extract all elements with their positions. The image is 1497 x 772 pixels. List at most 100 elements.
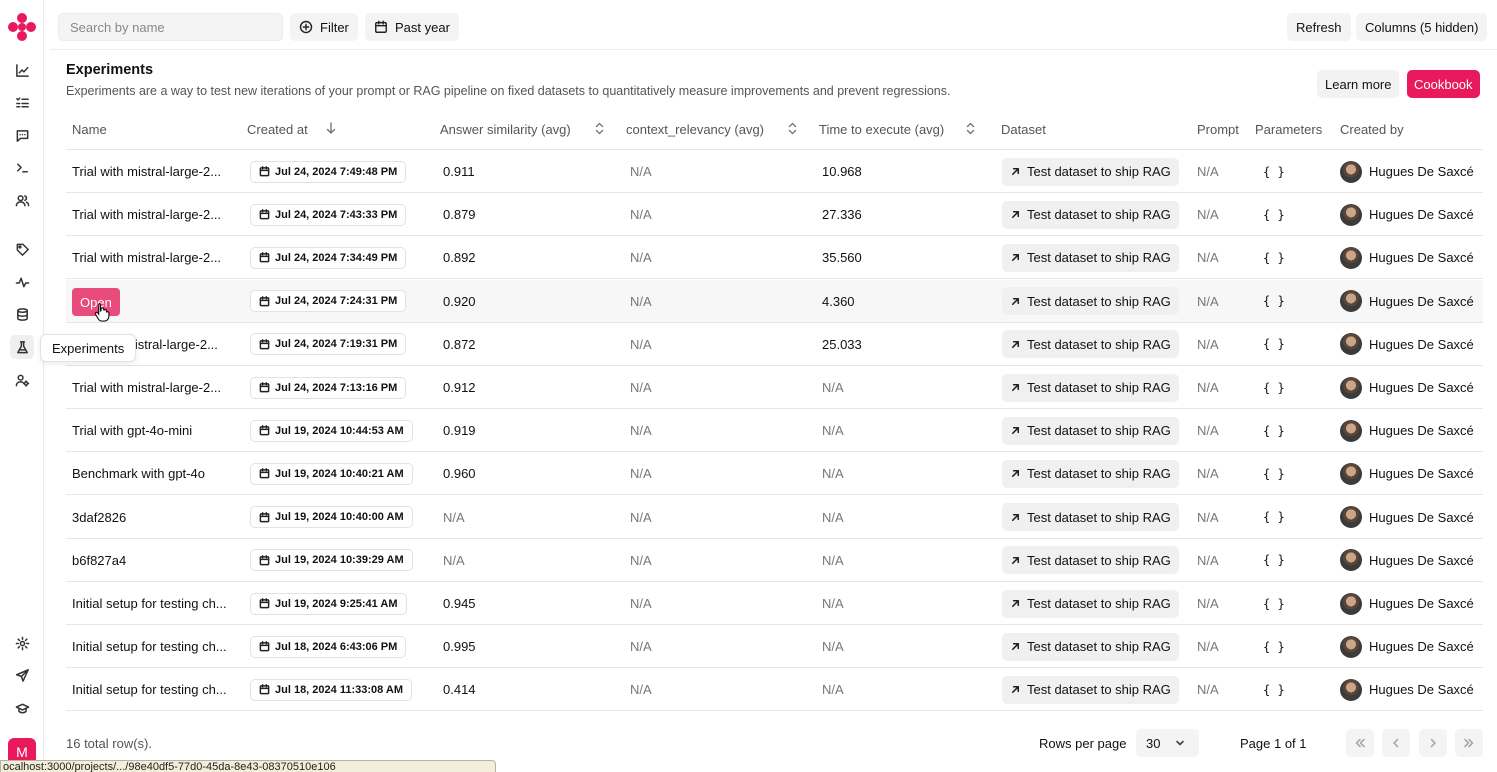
parameters-value[interactable]: { } [1263, 280, 1285, 323]
dataset-link-button[interactable]: Test dataset to ship RAG [1002, 503, 1179, 532]
filter-button[interactable]: Filter [290, 13, 358, 41]
tag-icon[interactable] [10, 237, 34, 261]
chevrons-right-icon [1464, 738, 1474, 748]
column-header-answer-similarity[interactable]: Answer similarity (avg) [440, 122, 571, 137]
table-row[interactable]: mistral-large-2... Jul 24, 2024 7:19:31 P… [66, 323, 1483, 366]
date-range-button[interactable]: Past year [365, 13, 459, 41]
column-header-name[interactable]: Name [72, 122, 107, 137]
dataset-link-button[interactable]: Test dataset to ship RAG [1002, 416, 1179, 445]
column-header-context-relevancy[interactable]: context_relevancy (avg) [626, 122, 764, 137]
page-title: Experiments [66, 62, 154, 78]
dataset-link-button[interactable]: Test dataset to ship RAG [1002, 157, 1179, 186]
dataset-link-button[interactable]: Test dataset to ship RAG [1002, 373, 1179, 402]
flask-icon[interactable] [10, 335, 34, 359]
chart-line-icon[interactable] [10, 58, 34, 82]
calendar-icon [259, 209, 270, 220]
prompt-value: N/A [1197, 639, 1219, 655]
parameters-value[interactable]: { } [1263, 193, 1285, 236]
learn-more-button[interactable]: Learn more [1317, 70, 1400, 98]
terminal-icon[interactable] [10, 155, 34, 179]
parameters-value[interactable]: { } [1263, 150, 1285, 193]
prompt-value: N/A [1197, 509, 1219, 525]
dataset-link-button[interactable]: Test dataset to ship RAG [1002, 632, 1179, 661]
list-checks-icon[interactable] [10, 90, 34, 114]
previous-page-button[interactable] [1382, 729, 1410, 757]
parameters-value[interactable]: { } [1263, 366, 1285, 409]
first-page-button[interactable] [1346, 729, 1374, 757]
columns-button[interactable]: Columns (5 hidden) [1356, 13, 1488, 41]
dataset-link-button[interactable]: Test dataset to ship RAG [1002, 589, 1179, 618]
logo-icon[interactable] [7, 12, 37, 42]
dataset-name: Test dataset to ship RAG [1027, 293, 1171, 309]
prompt-value: N/A [1197, 164, 1219, 179]
last-page-button[interactable] [1455, 729, 1483, 757]
parameters-value[interactable]: { } [1263, 668, 1285, 711]
table-row[interactable]: Trial with mistral-large-2... Jul 24, 202… [66, 366, 1483, 409]
parameters-value[interactable]: { } [1263, 496, 1285, 539]
sidebar-tooltip: Experiments [40, 334, 137, 362]
column-header-created-at[interactable]: Created at [247, 122, 336, 137]
users-icon[interactable] [10, 188, 34, 212]
dataset-link-button[interactable]: Test dataset to ship RAG [1002, 459, 1179, 488]
sort-toggle-icon[interactable] [966, 122, 975, 138]
parameters-value[interactable]: { } [1263, 582, 1285, 625]
database-icon[interactable] [10, 302, 34, 326]
table-row[interactable]: Trial with mistral-large-2... Jul 24, 202… [66, 193, 1483, 237]
dataset-link-button[interactable]: Test dataset to ship RAG [1002, 675, 1179, 704]
calendar-icon [259, 511, 270, 522]
parameters-value[interactable]: { } [1263, 409, 1285, 452]
next-page-button[interactable] [1419, 729, 1447, 757]
parameters-value[interactable]: { } [1263, 452, 1285, 495]
answer-similarity-value: 0.414 [443, 682, 476, 698]
table-row[interactable]: Trial with mistral-large-2... Jul 24, 202… [66, 236, 1483, 280]
column-header-created-by[interactable]: Created by [1340, 122, 1404, 137]
experiment-name: Trial with mistral-large-2... [72, 250, 222, 266]
dataset-link-button[interactable]: Test dataset to ship RAG [1002, 330, 1179, 359]
user-cog-icon[interactable] [10, 368, 34, 392]
table-row[interactable]: Initial setup for testing ch... Jul 18, 2… [66, 625, 1483, 669]
refresh-button[interactable]: Refresh [1287, 13, 1351, 41]
gear-icon[interactable] [10, 631, 34, 655]
parameters-value[interactable]: { } [1263, 539, 1285, 582]
dataset-link-button[interactable]: Test dataset to ship RAG [1002, 200, 1179, 229]
table-row[interactable]: Benchmark with gpt-4o Jul 19, 2024 10:40:… [66, 452, 1483, 496]
graduation-cap-icon[interactable] [10, 696, 34, 720]
columns-label: Columns (5 hidden) [1365, 19, 1479, 35]
parameters-value[interactable]: { } [1263, 625, 1285, 668]
send-icon[interactable] [10, 663, 34, 687]
dataset-name: Test dataset to ship RAG [1027, 336, 1171, 352]
parameters-value[interactable]: { } [1263, 236, 1285, 279]
table-row[interactable]: 3daf2826 Jul 19, 2024 10:40:00 AM N/A N/A N/… [66, 496, 1483, 539]
table-row[interactable]: Initial setup for testing ch... Jul 19, 2… [66, 582, 1483, 625]
cookbook-button[interactable]: Cookbook [1407, 70, 1480, 98]
column-header-dataset[interactable]: Dataset [1001, 122, 1046, 137]
rows-per-page-select[interactable]: 30 [1136, 729, 1199, 757]
column-header-parameters[interactable]: Parameters [1255, 122, 1322, 137]
sort-toggle-icon[interactable] [595, 122, 604, 138]
created-at-badge: Jul 24, 2024 7:13:16 PM [250, 376, 407, 399]
dataset-link-button[interactable]: Test dataset to ship RAG [1002, 287, 1179, 316]
dataset-link-button[interactable]: Test dataset to ship RAG [1002, 546, 1179, 575]
table-row[interactable]: Trial with gpt-4o-mini Jul 19, 2024 10:44… [66, 409, 1483, 453]
message-square-icon[interactable] [10, 123, 34, 147]
creator: Hugues De Saxcé [1340, 506, 1474, 529]
created-at-badge: Jul 19, 2024 10:39:29 AM [250, 549, 413, 572]
dataset-link-button[interactable]: Test dataset to ship RAG [1002, 243, 1179, 272]
search-input[interactable] [58, 13, 283, 41]
parameters-value[interactable]: { } [1263, 323, 1285, 366]
arrow-up-right-icon [1011, 427, 1020, 435]
table-row[interactable]: b6f827a4 Jul 19, 2024 10:39:29 AM N/A N/A N/… [66, 539, 1483, 582]
sort-toggle-icon[interactable] [788, 122, 797, 138]
created-at-text: Jul 24, 2024 7:43:33 PM [275, 208, 398, 221]
column-header-time-to-execute[interactable]: Time to execute (avg) [819, 122, 944, 137]
creator-avatar [1340, 376, 1362, 399]
dataset-name: Test dataset to ship RAG [1027, 164, 1171, 179]
table-row[interactable]: Jul 24, 2024 7:24:31 PM 0.920 N/A 4.360 Test… [66, 279, 1483, 323]
column-header-prompt[interactable]: Prompt [1197, 122, 1239, 137]
table-row[interactable]: Trial with mistral-large-2... Jul 24, 202… [66, 150, 1483, 193]
created-at-text: Jul 18, 2024 6:43:06 PM [275, 640, 398, 653]
time-to-execute-value: 4.360 [822, 293, 855, 309]
prompt-value: N/A [1197, 423, 1219, 439]
table-row[interactable]: Initial setup for testing ch... Jul 18, 2… [66, 668, 1483, 712]
activity-icon[interactable] [10, 270, 34, 294]
